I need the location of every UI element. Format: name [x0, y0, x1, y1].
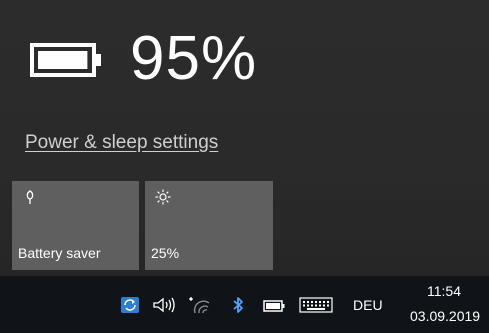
battery-icon[interactable] [262, 296, 286, 314]
input-language-indicator[interactable]: DEU [353, 297, 383, 313]
brightness-tile[interactable]: 25% [145, 181, 273, 270]
battery-percentage: 95% [130, 24, 258, 93]
battery-saver-icon [26, 190, 34, 204]
battery-saver-tile[interactable]: Battery saver [12, 181, 139, 270]
clock-date[interactable]: 03.09.2019 [410, 308, 480, 324]
power-sleep-settings-link[interactable]: Power & sleep settings [25, 132, 218, 154]
taskbar: DEU 11:54 03.09.2019 [0, 276, 489, 333]
volume-icon[interactable] [152, 296, 176, 314]
touch-keyboard-icon[interactable] [299, 296, 333, 314]
battery-saver-label: Battery saver [18, 245, 101, 261]
windows-update-icon[interactable] [120, 296, 140, 314]
bluetooth-icon[interactable] [231, 296, 245, 314]
brightness-icon [155, 189, 171, 205]
clock-time[interactable]: 11:54 [427, 283, 461, 299]
battery-flyout: 95% Power & sleep settings Battery saver… [0, 0, 489, 276]
brightness-label: 25% [151, 245, 180, 261]
battery-icon [30, 43, 101, 77]
wifi-icon[interactable] [187, 296, 211, 314]
